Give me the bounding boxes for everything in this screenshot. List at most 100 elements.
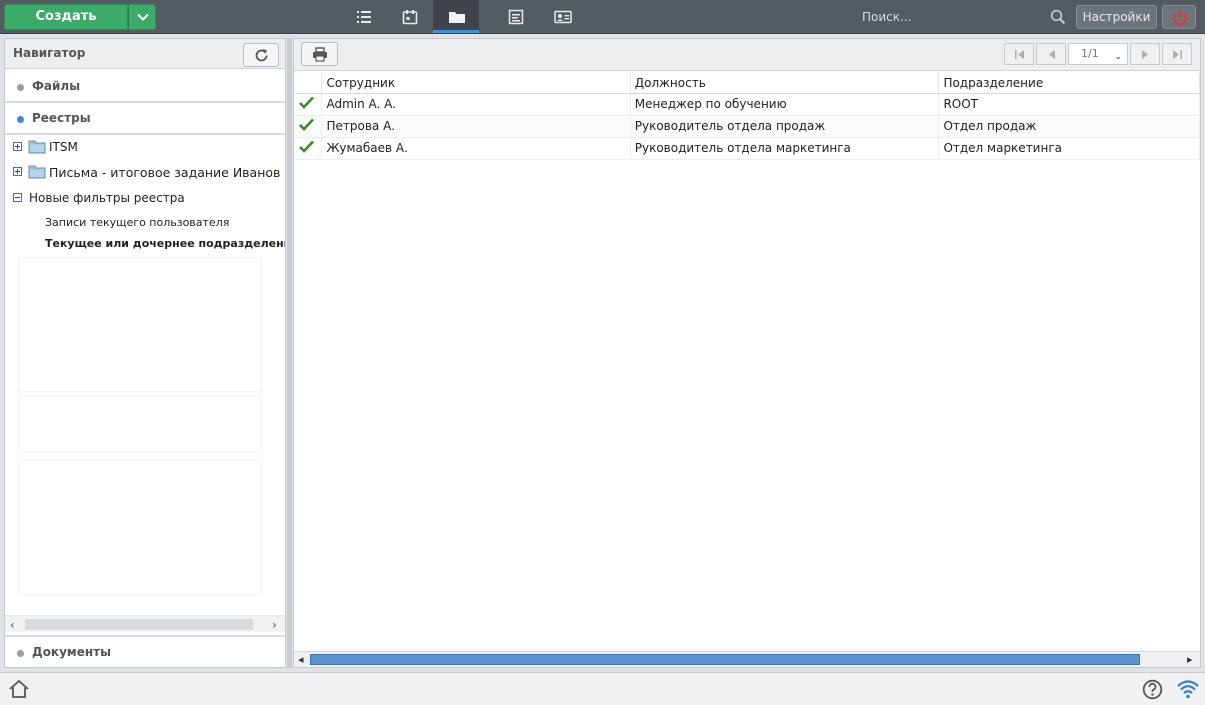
tree-node-new-filters[interactable]: Новые фильтры реестра	[5, 188, 285, 208]
collapse-icon[interactable]	[13, 193, 22, 202]
scrollbar-thumb[interactable]	[310, 654, 1140, 665]
section-registries-label: Реестры	[32, 111, 91, 125]
refresh-icon	[255, 49, 268, 62]
page-select-value: 1/1	[1081, 47, 1099, 60]
expand-icon[interactable]	[13, 167, 22, 176]
position-cell: Руководитель отдела продаж	[630, 115, 940, 138]
chevron-down-icon	[137, 13, 149, 21]
row-status-cell	[295, 93, 323, 116]
table-row[interactable]: Жумабаев А. Руководитель отдела маркетин…	[295, 137, 1200, 160]
top-toolbar: Создать Поиск... Настройки	[0, 0, 1205, 34]
tab-contacts[interactable]	[539, 0, 585, 33]
document-icon	[508, 9, 524, 25]
employee-cell: Admin A. A.	[321, 93, 631, 116]
wifi-icon	[1177, 680, 1199, 699]
first-page-button[interactable]	[1004, 43, 1034, 65]
filter-current-user[interactable]: Записи текущего пользователя	[45, 216, 229, 229]
navigator-title: Навигатор	[13, 46, 86, 60]
prev-page-icon	[1049, 50, 1055, 59]
navigator-scrollbar[interactable]: ‹ ›	[5, 615, 285, 632]
chevron-down-icon: ⌄	[1114, 52, 1122, 62]
settings-button[interactable]: Настройки	[1076, 5, 1157, 29]
tree-node-letters[interactable]: Письма - итоговое задание Иванов	[5, 162, 285, 182]
bullet-icon	[17, 84, 24, 91]
scroll-left-icon[interactable]: ‹	[10, 618, 15, 632]
search-icon[interactable]	[1050, 9, 1066, 25]
table-scrollbar[interactable]: ◂ ▸	[294, 651, 1200, 667]
scroll-right-icon[interactable]: ›	[272, 618, 277, 632]
tab-documents[interactable]	[493, 0, 539, 33]
column-header-employee[interactable]: Сотрудник	[321, 73, 631, 94]
column-header-department[interactable]: Подразделение	[938, 73, 1200, 94]
create-button[interactable]: Создать	[4, 4, 128, 30]
last-page-button[interactable]	[1162, 43, 1192, 65]
section-documents[interactable]: Документы	[5, 635, 285, 667]
tree-node-label: Новые фильтры реестра	[29, 191, 185, 205]
registry-tree: ITSM Письма - итоговое задание Иванов Но…	[5, 137, 285, 615]
create-dropdown-button[interactable]	[128, 4, 156, 30]
table-header-row: Сотрудник Должность Подразделение	[295, 73, 1200, 94]
contact-card-icon	[554, 10, 572, 24]
filter-current-dept[interactable]: Текущее или дочернее подразделение	[45, 237, 285, 250]
page-select[interactable]: 1/1 ⌄	[1068, 43, 1128, 65]
next-page-icon	[1142, 50, 1148, 59]
last-page-icon	[1173, 50, 1182, 59]
tab-list[interactable]	[341, 0, 387, 33]
scroll-right-icon[interactable]: ▸	[1187, 653, 1193, 666]
column-header-status	[295, 73, 323, 94]
section-registries[interactable]: Реестры	[5, 103, 285, 135]
department-cell: Отдел маркетинга	[938, 137, 1200, 160]
panel-splitter[interactable]	[287, 38, 292, 668]
column-header-position[interactable]: Должность	[630, 73, 940, 94]
row-status-cell	[295, 115, 323, 138]
section-files-label: Файлы	[32, 79, 81, 93]
help-icon[interactable]	[1142, 679, 1163, 700]
bullet-icon	[17, 650, 24, 657]
tree-node-label: ITSM	[49, 140, 78, 154]
empty-panel	[18, 395, 262, 452]
home-icon[interactable]	[8, 679, 30, 699]
scrollbar-thumb[interactable]	[25, 619, 253, 630]
first-page-icon	[1015, 50, 1024, 59]
section-documents-label: Документы	[32, 645, 111, 659]
empty-panel	[18, 460, 262, 595]
refresh-button[interactable]	[243, 43, 279, 67]
list-icon	[357, 11, 371, 23]
next-page-button[interactable]	[1130, 43, 1160, 65]
employee-cell: Жумабаев А.	[321, 137, 631, 160]
table-row[interactable]: Admin A. A. Менеджер по обучению ROOT	[295, 93, 1200, 116]
folder-icon	[28, 165, 46, 179]
status-bar	[0, 672, 1205, 705]
tree-node-itsm[interactable]: ITSM	[5, 137, 285, 157]
logout-button[interactable]	[1162, 5, 1196, 29]
tab-folder[interactable]	[433, 0, 479, 33]
checkmark-icon	[299, 118, 314, 131]
tab-calendar[interactable]	[387, 0, 433, 33]
position-cell: Менеджер по обучению	[630, 93, 940, 116]
navigator-header: Навигатор	[5, 39, 285, 69]
registry-toolbar: 1/1 ⌄	[294, 39, 1200, 71]
folder-icon	[28, 140, 46, 154]
expand-icon[interactable]	[13, 142, 22, 151]
table-row[interactable]: Петрова А. Руководитель отдела продаж От…	[295, 115, 1200, 138]
calendar-icon	[402, 10, 418, 25]
department-cell: Отдел продаж	[938, 115, 1200, 138]
scroll-left-icon[interactable]: ◂	[298, 653, 304, 666]
print-button[interactable]	[301, 42, 338, 66]
printer-icon	[313, 47, 327, 62]
power-icon	[1172, 10, 1188, 26]
bullet-icon	[17, 116, 24, 123]
search-input[interactable]	[858, 6, 1072, 28]
row-status-cell	[295, 137, 323, 160]
section-files[interactable]: Файлы	[5, 71, 285, 103]
tree-node-label: Письма - итоговое задание Иванов	[49, 165, 281, 180]
folder-icon	[449, 12, 465, 23]
employee-table: Сотрудник Должность Подразделение Admin …	[295, 73, 1200, 160]
navigator-panel: Навигатор Файлы Реестры ITSM Письма - ит…	[4, 38, 286, 668]
employee-cell: Петрова А.	[321, 115, 631, 138]
checkmark-icon	[299, 140, 314, 153]
prev-page-button[interactable]	[1036, 43, 1066, 65]
registry-view: 1/1 ⌄ Сотрудник Должность Подразделение …	[293, 38, 1201, 668]
empty-panel	[18, 257, 262, 392]
position-cell: Руководитель отдела маркетинга	[630, 137, 940, 160]
